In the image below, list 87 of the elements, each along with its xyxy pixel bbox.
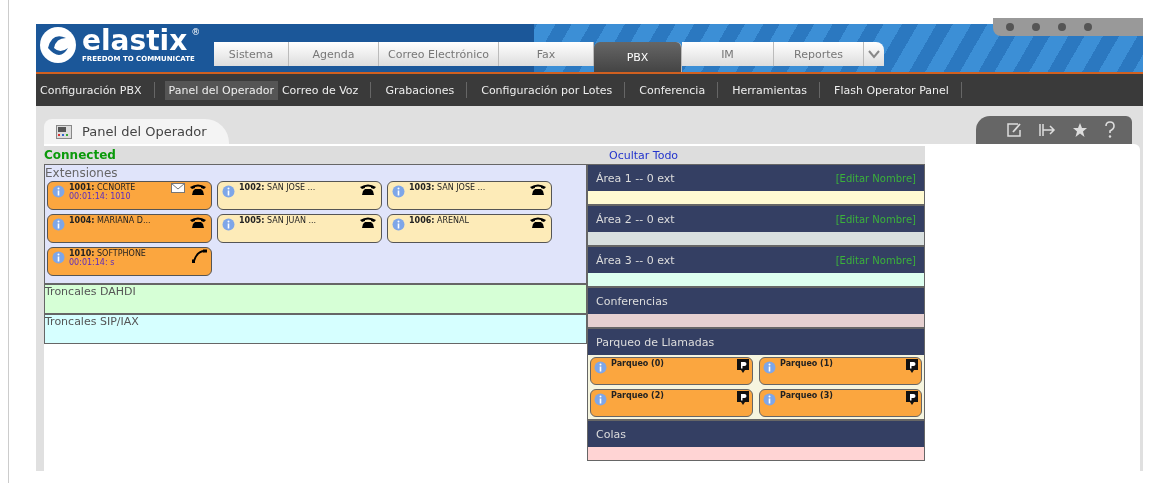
nav-tab[interactable]: Fax	[499, 42, 594, 66]
parking-slot[interactable]: Parqueo (1)	[759, 357, 922, 385]
sub-nav-item[interactable]: Panel del Operador	[164, 80, 278, 100]
parking-slot[interactable]: Parqueo (3)	[759, 389, 922, 417]
page-tab-label: Panel del Operador	[82, 124, 207, 139]
panel-icon	[56, 124, 72, 139]
sub-nav-item[interactable]: Grabaciones	[381, 80, 459, 100]
nav-tab[interactable]: Agenda	[289, 42, 379, 66]
edit-name-link[interactable]: [Editar Nombre]	[835, 213, 916, 225]
more-tabs-button[interactable]	[864, 42, 884, 66]
info-icon[interactable]	[52, 251, 65, 264]
extension-name: 1004: MARIANA D...	[69, 216, 152, 225]
parking-icon	[906, 359, 918, 373]
edit-name-link[interactable]: [Editar Nombre]	[835, 254, 916, 266]
toolbar-icon[interactable]	[1005, 22, 1015, 32]
trunk-title: Troncales DAHDI	[45, 285, 137, 298]
info-icon[interactable]	[763, 361, 776, 374]
extension-card[interactable]: 1001: CCNORTE 00:01:14: 1010	[47, 181, 212, 210]
handset-icon	[191, 249, 207, 263]
nav-tab[interactable]: Sistema	[214, 42, 289, 66]
info-icon[interactable]	[763, 393, 776, 406]
toolbar-icon[interactable]	[1057, 22, 1067, 32]
extension-name: 1003: SAN JOSE ...	[409, 183, 487, 192]
call-duration: 00:01:14: s	[69, 258, 116, 267]
toolbar-icon[interactable]	[1083, 22, 1093, 32]
sub-nav-item[interactable]: Herramientas	[728, 80, 812, 100]
info-icon[interactable]	[222, 185, 235, 198]
parking-icon	[906, 391, 918, 405]
extension-name: 1001: CCNORTE	[69, 183, 137, 192]
parking-icon	[737, 359, 749, 373]
page-tab[interactable]: Panel del Operador	[44, 119, 229, 144]
extension-card[interactable]: 1010: SOFTPHONE 00:01:14: s	[47, 247, 212, 276]
area-title: Área 2 -- 0 ext	[596, 212, 675, 226]
phone-icon	[359, 183, 377, 196]
nav-tab[interactable]: PBX	[594, 42, 682, 72]
help-icon[interactable]	[1104, 121, 1116, 139]
sub-nav-item[interactable]: Conferencia	[635, 80, 710, 100]
extension-card[interactable]: 1004: MARIANA D...	[47, 214, 212, 243]
sub-nav-item[interactable]: Correo de Voz	[277, 80, 363, 100]
toolbar-icon[interactable]	[1031, 22, 1041, 32]
area-title: Área 1 -- 0 ext	[596, 171, 675, 185]
extension-name: 1010: SOFTPHONE	[69, 249, 147, 258]
extension-card[interactable]: 1006: ARENAL	[387, 214, 552, 243]
trunk-title: Troncales SIP/IAX	[45, 315, 140, 328]
logo-name: elastix	[82, 27, 188, 55]
info-icon[interactable]	[594, 361, 607, 374]
export-icon[interactable]	[1038, 122, 1056, 138]
info-icon[interactable]	[52, 185, 65, 198]
conferences-title: Conferencias	[596, 294, 668, 308]
info-icon[interactable]	[392, 218, 405, 231]
area-title: Área 3 -- 0 ext	[596, 253, 675, 267]
info-icon[interactable]	[222, 218, 235, 231]
connection-status: Connected	[44, 148, 117, 162]
phone-icon	[359, 216, 377, 229]
extension-name: 1006: ARENAL	[409, 216, 470, 225]
phone-icon	[189, 183, 207, 196]
edit-icon[interactable]	[1006, 122, 1022, 138]
info-icon[interactable]	[52, 218, 65, 231]
extension-name: 1002: SAN JOSE ...	[239, 183, 317, 192]
parking-slot[interactable]: Parqueo (0)	[590, 357, 753, 385]
parking-slot[interactable]: Parqueo (2)	[590, 389, 753, 417]
nav-tab[interactable]: IM	[682, 42, 774, 66]
sub-nav-item[interactable]: Configuración PBX	[36, 80, 146, 100]
parking-icon	[737, 391, 749, 405]
extension-name: 1005: SAN JUAN ...	[239, 216, 318, 225]
call-duration: 00:01:14: 1010	[69, 192, 132, 201]
info-icon[interactable]	[392, 185, 405, 198]
extension-card[interactable]: 1002: SAN JOSE ...	[217, 181, 382, 210]
parking-title: Parqueo de Llamadas	[596, 335, 715, 349]
phone-icon	[529, 183, 547, 196]
nav-tab[interactable]: Correo Electrónico	[379, 42, 499, 66]
extension-card[interactable]: 1005: SAN JUAN ...	[217, 214, 382, 243]
info-icon[interactable]	[594, 393, 607, 406]
extension-card[interactable]: 1003: SAN JOSE ...	[387, 181, 552, 210]
sub-nav-item[interactable]: Configuración por Lotes	[477, 80, 617, 100]
hide-all-link[interactable]: Ocultar Todo	[609, 148, 679, 162]
sub-nav-item[interactable]: Flash Operator Panel	[830, 80, 953, 100]
star-icon[interactable]	[1072, 122, 1088, 138]
envelope-icon	[171, 183, 185, 193]
queues-title: Colas	[596, 427, 626, 441]
extensions-title: Extensiones	[45, 167, 119, 180]
chevron-down-icon	[868, 49, 880, 59]
edit-name-link[interactable]: [Editar Nombre]	[835, 172, 916, 184]
nav-tab[interactable]: Reportes	[774, 42, 864, 66]
phone-icon	[189, 216, 207, 229]
registered-mark: ®	[191, 27, 201, 37]
phone-icon	[529, 216, 547, 229]
